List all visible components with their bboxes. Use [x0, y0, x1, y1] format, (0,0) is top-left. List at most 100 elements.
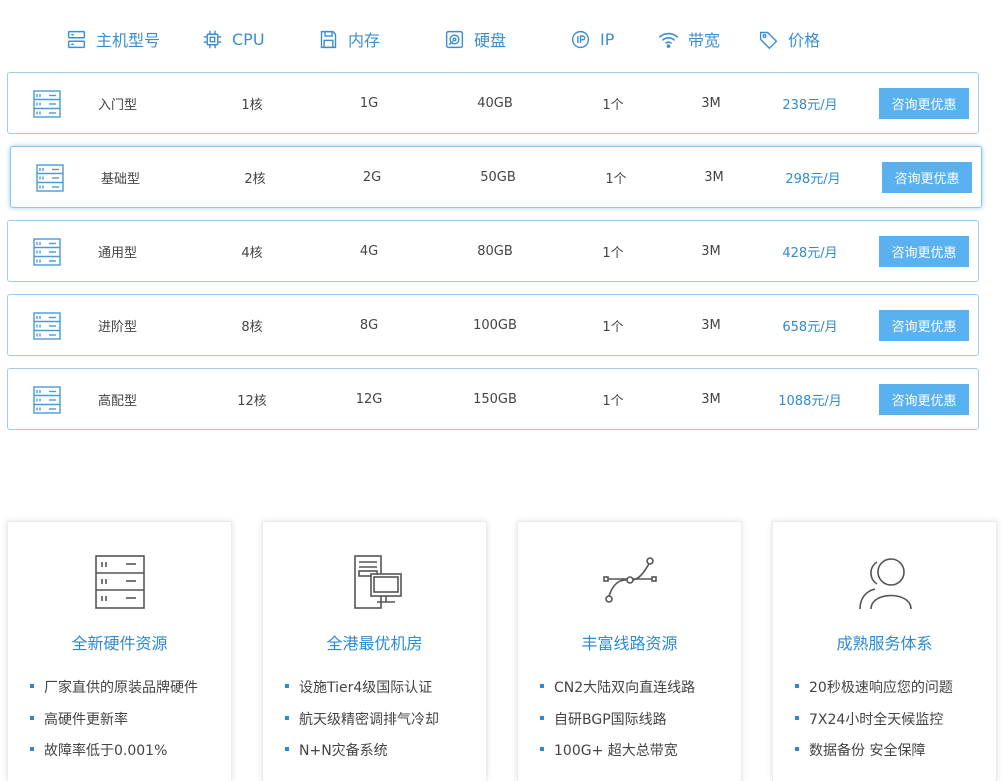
plan-bandwidth: 3M	[701, 243, 721, 259]
header-ip: IP	[570, 26, 614, 52]
feature-item: 厂家直供的原装品牌硬件	[30, 677, 198, 709]
feature-item: 航天级精密调排气冷却	[285, 709, 439, 741]
server-icon	[33, 312, 61, 340]
plan-memory: 8G	[359, 317, 379, 333]
feature-list: 20秒极速响应您的问题 7X24小时全天候监控 数据备份 安全保障	[795, 677, 953, 772]
plan-name: 高配型	[98, 393, 138, 409]
spec-header: 主机型号 CPU 内存 硬盘 IP 带宽 价格	[0, 26, 1003, 52]
consult-button[interactable]: 咨询更优惠	[882, 162, 972, 193]
plan-memory: 4G	[359, 243, 379, 259]
feature-item: 自研BGP国际线路	[540, 709, 695, 741]
plan-row: 入门型 1核 1G 40GB 1个 3M 238元/月 咨询更优惠	[7, 72, 979, 134]
feature-title: 全新硬件资源	[71, 634, 168, 653]
plan-price: 658元/月	[782, 319, 838, 335]
plan-disk: 150GB	[473, 391, 517, 407]
header-model: 主机型号	[66, 26, 160, 52]
server-icon	[67, 30, 86, 48]
header-price-label: 价格	[788, 31, 821, 50]
plan-memory: 1G	[359, 95, 379, 111]
plan-memory: 2G	[362, 169, 382, 185]
plan-cpu: 1核	[241, 97, 263, 113]
consult-button[interactable]: 咨询更优惠	[879, 88, 969, 119]
plan-disk: 80GB	[477, 243, 513, 259]
server-icon	[36, 164, 64, 192]
feature-card-hardware: 全新硬件资源 厂家直供的原装品牌硬件 高硬件更新率 故障率低于0.001%	[7, 521, 232, 781]
plan-cpu: 8核	[241, 319, 263, 335]
plan-disk: 100GB	[473, 317, 517, 333]
plan-price: 298元/月	[785, 171, 841, 187]
feature-card-service: 成熟服务体系 20秒极速响应您的问题 7X24小时全天候监控 数据备份 安全保障	[772, 521, 997, 781]
plan-cpu: 4核	[241, 245, 263, 261]
feature-item: CN2大陆双向直连线路	[540, 677, 695, 709]
plan-ip: 1个	[605, 171, 627, 187]
feature-item: 数据备份 安全保障	[795, 740, 953, 772]
header-price: 价格	[758, 26, 820, 52]
header-bandwidth-label: 带宽	[688, 31, 721, 50]
header-model-label: 主机型号	[96, 31, 161, 50]
plan-disk: 40GB	[477, 95, 513, 111]
header-bandwidth: 带宽	[658, 26, 720, 52]
plan-ip: 1个	[602, 319, 624, 335]
feature-card-routes: 丰富线路资源 CN2大陆双向直连线路 自研BGP国际线路 100G+ 超大总带宽	[517, 521, 742, 781]
price-tag-icon	[759, 31, 778, 49]
server-icon	[33, 238, 61, 266]
server-rack-icon	[95, 555, 145, 609]
plan-name: 通用型	[98, 245, 138, 261]
feature-item: 20秒极速响应您的问题	[795, 677, 953, 709]
plan-bandwidth: 3M	[701, 95, 721, 111]
feature-title: 全港最优机房	[326, 634, 423, 653]
plan-ip: 1个	[602, 393, 624, 409]
users-icon	[859, 558, 912, 610]
disk-icon	[445, 30, 464, 48]
plan-row: 通用型 4核 4G 80GB 1个 3M 428元/月 咨询更优惠	[7, 220, 979, 282]
header-memory: 内存	[318, 26, 380, 52]
feature-item: 7X24小时全天候监控	[795, 709, 953, 741]
plan-memory: 12G	[355, 391, 383, 407]
header-disk-label: 硬盘	[474, 31, 507, 50]
plan-row: 基础型 2核 2G 50GB 1个 3M 298元/月 咨询更优惠	[10, 146, 982, 208]
feature-card-datacenter: 全港最优机房 设施Tier4级国际认证 航天级精密调排气冷却 N+N灾备系统	[262, 521, 487, 781]
plan-price: 428元/月	[782, 245, 838, 261]
plan-bandwidth: 3M	[701, 317, 721, 333]
consult-button[interactable]: 咨询更优惠	[879, 310, 969, 341]
consult-button[interactable]: 咨询更优惠	[879, 384, 969, 415]
plan-name: 进阶型	[98, 319, 138, 335]
feature-item: 设施Tier4级国际认证	[285, 677, 439, 709]
plan-bandwidth: 3M	[704, 169, 724, 185]
cpu-chip-icon	[203, 30, 222, 48]
server-icon	[33, 386, 61, 414]
feature-item: N+N灾备系统	[285, 740, 439, 772]
feature-title: 成熟服务体系	[836, 634, 933, 653]
feature-item: 高硬件更新率	[30, 709, 198, 741]
header-cpu-label: CPU	[232, 29, 265, 49]
header-disk: 硬盘	[444, 26, 506, 52]
memory-save-icon	[320, 30, 337, 48]
plan-cpu: 12核	[237, 393, 267, 409]
plan-ip: 1个	[602, 245, 624, 261]
header-cpu: CPU	[202, 26, 265, 52]
plan-cpu: 2核	[244, 171, 266, 187]
feature-title: 丰富线路资源	[581, 634, 678, 653]
plan-name: 入门型	[98, 97, 138, 113]
feature-item: 100G+ 超大总带宽	[540, 740, 695, 772]
feature-list: 设施Tier4级国际认证 航天级精密调排气冷却 N+N灾备系统	[285, 677, 439, 772]
plan-name: 基础型	[101, 171, 141, 187]
feature-list: CN2大陆双向直连线路 自研BGP国际线路 100G+ 超大总带宽	[540, 677, 695, 772]
plan-ip: 1个	[602, 97, 624, 113]
plan-price: 238元/月	[782, 97, 838, 113]
plan-row: 高配型 12核 12G 150GB 1个 3M 1088元/月 咨询更优惠	[7, 368, 979, 430]
plan-row: 进阶型 8核 8G 100GB 1个 3M 658元/月 咨询更优惠	[7, 294, 979, 356]
feature-list: 厂家直供的原装品牌硬件 高硬件更新率 故障率低于0.001%	[30, 677, 198, 772]
consult-button[interactable]: 咨询更优惠	[879, 236, 969, 267]
computer-room-icon	[354, 555, 402, 609]
feature-item: 故障率低于0.001%	[30, 740, 198, 772]
wifi-icon	[658, 32, 679, 48]
server-icon	[33, 90, 61, 118]
route-line-icon	[603, 557, 657, 603]
plan-disk: 50GB	[480, 169, 516, 185]
header-ip-label: IP	[600, 29, 615, 49]
plan-price: 1088元/月	[778, 393, 842, 409]
header-memory-label: 内存	[348, 31, 381, 50]
ip-icon	[571, 30, 590, 48]
plan-bandwidth: 3M	[701, 391, 721, 407]
